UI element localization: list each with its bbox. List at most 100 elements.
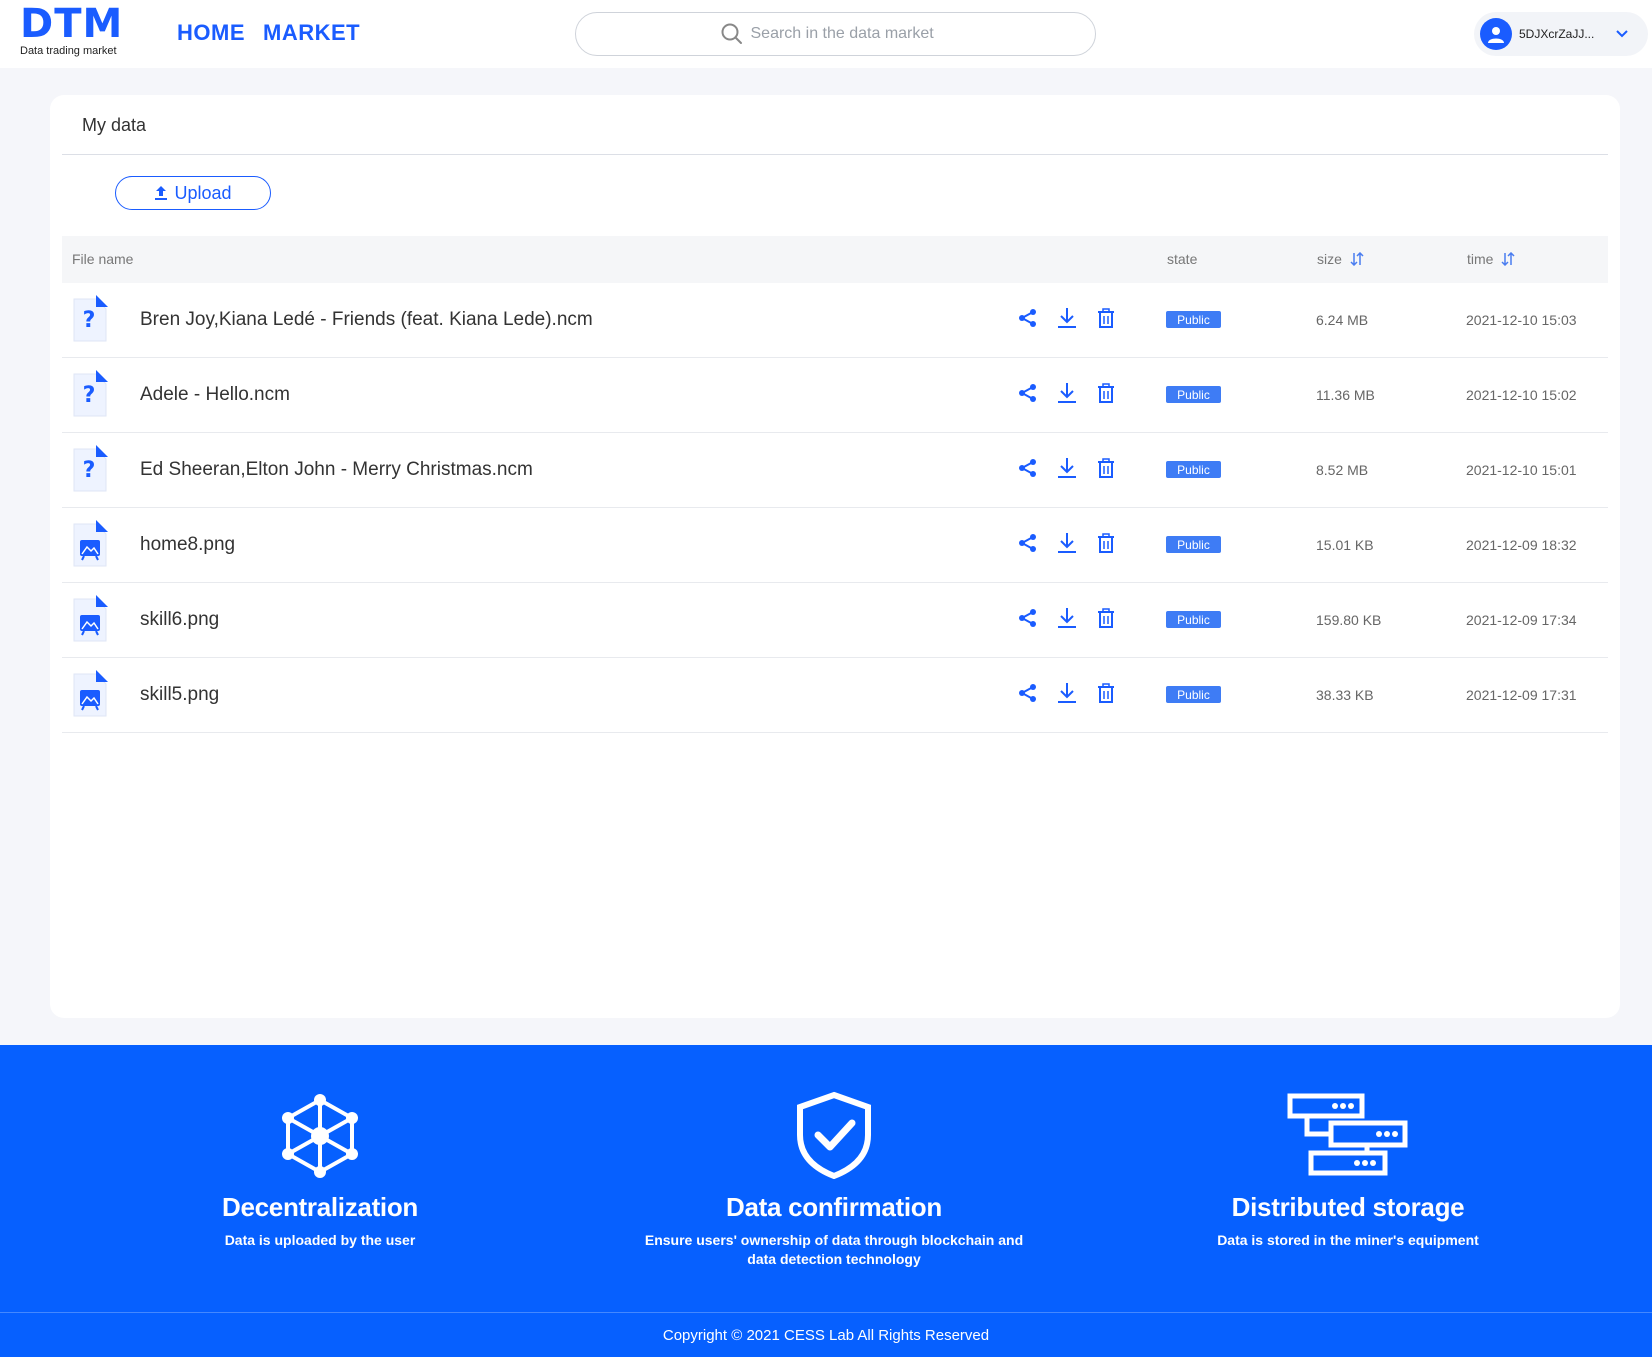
table-row[interactable]: ? Bren Joy,Kiana Ledé - Friends (feat. Ki… xyxy=(62,283,1608,358)
row-actions xyxy=(1018,457,1116,479)
feature-title: Data confirmation xyxy=(726,1192,942,1222)
download-icon[interactable] xyxy=(1057,532,1077,554)
avatar xyxy=(1480,18,1512,50)
svg-text:?: ? xyxy=(83,383,96,408)
chevron-down-icon[interactable] xyxy=(1615,29,1629,39)
table-header: File name state size time xyxy=(62,236,1608,283)
upload-button[interactable]: Upload xyxy=(115,176,271,210)
download-icon[interactable] xyxy=(1057,682,1077,704)
status-badge: Public xyxy=(1166,386,1221,403)
share-icon[interactable] xyxy=(1018,532,1038,554)
col-file-name: File name xyxy=(72,251,133,267)
cube-network-icon xyxy=(282,1094,358,1178)
svg-text:?: ? xyxy=(83,458,96,483)
top-header: DTM Data trading market HOME MARKET 5DJX… xyxy=(0,0,1652,68)
feature-title: Distributed storage xyxy=(1231,1192,1465,1222)
user-icon xyxy=(1488,27,1504,43)
unknown-file-icon: ? xyxy=(73,445,108,492)
feature-desc: Ensure users' ownership of data through … xyxy=(644,1232,1024,1267)
file-name[interactable]: Adele - Hello.ncm xyxy=(140,384,290,406)
file-size: 159.80 KB xyxy=(1316,612,1382,628)
col-time[interactable]: time xyxy=(1467,251,1515,267)
download-icon[interactable] xyxy=(1057,307,1077,329)
file-time: 2021-12-10 15:03 xyxy=(1466,312,1577,328)
file-type-icon: ? xyxy=(72,445,108,493)
file-name[interactable]: skill5.png xyxy=(140,684,219,706)
copyright: Copyright © 2021 CESS Lab All Rights Res… xyxy=(662,1327,990,1344)
search-bar[interactable] xyxy=(575,12,1096,56)
nav-home[interactable]: HOME xyxy=(177,20,245,46)
logo-mark: DTM xyxy=(20,1,124,47)
file-time: 2021-12-10 15:01 xyxy=(1466,462,1577,478)
file-type-icon xyxy=(72,520,108,568)
file-size: 6.24 MB xyxy=(1316,312,1369,328)
logo[interactable]: DTM Data trading market xyxy=(20,4,130,60)
file-time: 2021-12-09 18:32 xyxy=(1466,537,1577,553)
user-menu[interactable]: 5DJXcrZaJJ... xyxy=(1474,12,1648,56)
share-icon[interactable] xyxy=(1018,607,1038,629)
row-actions xyxy=(1018,532,1116,554)
trash-icon[interactable] xyxy=(1096,382,1116,404)
file-time: 2021-12-10 15:02 xyxy=(1466,387,1577,403)
file-size: 15.01 KB xyxy=(1316,537,1374,553)
feature-desc: Data is uploaded by the user xyxy=(224,1232,416,1248)
file-name[interactable]: Ed Sheeran,Elton John - Merry Christmas.… xyxy=(140,459,533,481)
unknown-file-icon: ? xyxy=(73,295,108,342)
download-icon[interactable] xyxy=(1057,607,1077,629)
col-state: state xyxy=(1167,251,1197,267)
image-file-icon xyxy=(73,595,108,642)
share-icon[interactable] xyxy=(1018,457,1038,479)
feature-desc: Data is stored in the miner's equipment xyxy=(1217,1232,1479,1248)
file-time: 2021-12-09 17:31 xyxy=(1466,687,1577,703)
server-stack-icon xyxy=(1287,1093,1408,1176)
download-icon[interactable] xyxy=(1057,382,1077,404)
table-row[interactable]: skill6.png Public 159.80 KB 2021-12-09 17:3… xyxy=(62,583,1608,658)
share-icon[interactable] xyxy=(1018,382,1038,404)
file-size: 38.33 KB xyxy=(1316,687,1374,703)
sort-icon[interactable] xyxy=(1501,252,1515,266)
svg-text:?: ? xyxy=(83,308,96,333)
share-icon[interactable] xyxy=(1018,682,1038,704)
search-input[interactable] xyxy=(750,25,951,43)
card-title: My data xyxy=(82,115,147,135)
file-name[interactable]: home8.png xyxy=(140,534,235,556)
main-nav: HOME MARKET xyxy=(177,20,360,46)
status-badge: Public xyxy=(1166,686,1221,703)
unknown-file-icon: ? xyxy=(73,370,108,417)
col-file-name-label: File name xyxy=(72,251,134,267)
file-time: 2021-12-09 17:34 xyxy=(1466,612,1577,628)
nav-market[interactable]: MARKET xyxy=(263,20,360,46)
image-file-icon xyxy=(73,670,108,717)
status-badge: Public xyxy=(1166,461,1221,478)
user-name: 5DJXcrZaJJ... xyxy=(1519,27,1595,41)
col-size[interactable]: size xyxy=(1317,251,1364,267)
trash-icon[interactable] xyxy=(1096,457,1116,479)
sort-icon[interactable] xyxy=(1350,252,1364,266)
file-type-icon xyxy=(72,595,108,643)
row-actions xyxy=(1018,682,1116,704)
trash-icon[interactable] xyxy=(1096,532,1116,554)
row-actions xyxy=(1018,307,1116,329)
table-row[interactable]: home8.png Public 15.01 KB 2021-12-09 18:32 xyxy=(62,508,1608,583)
file-name[interactable]: skill6.png xyxy=(140,609,219,631)
file-type-icon: ? xyxy=(72,295,108,343)
feature-decentralization: Decentralization Data is uploaded by the… xyxy=(110,1090,530,1250)
trash-icon[interactable] xyxy=(1096,307,1116,329)
file-size: 8.52 MB xyxy=(1316,462,1369,478)
trash-icon[interactable] xyxy=(1096,682,1116,704)
feature-distributed-storage: Distributed storage Data is stored in th… xyxy=(1138,1090,1558,1250)
image-file-icon xyxy=(73,520,108,567)
col-state-label: state xyxy=(1167,251,1198,267)
col-time-label: time xyxy=(1467,251,1494,267)
download-icon[interactable] xyxy=(1057,457,1077,479)
share-icon[interactable] xyxy=(1018,307,1038,329)
feature-title: Decentralization xyxy=(221,1192,419,1222)
divider xyxy=(62,154,1608,155)
table-row[interactable]: ? Ed Sheeran,Elton John - Merry Christmas… xyxy=(62,433,1608,508)
logo-subtitle: Data trading market xyxy=(20,45,117,57)
file-name[interactable]: Bren Joy,Kiana Ledé - Friends (feat. Kia… xyxy=(140,309,593,331)
table-row[interactable]: skill5.png Public 38.33 KB 2021-12-09 17:31 xyxy=(62,658,1608,733)
trash-icon[interactable] xyxy=(1096,607,1116,629)
footer: Decentralization Data is uploaded by the… xyxy=(0,1045,1652,1357)
table-row[interactable]: ? Adele - Hello.ncm Public 11.36 MB 2021-12-… xyxy=(62,358,1608,433)
